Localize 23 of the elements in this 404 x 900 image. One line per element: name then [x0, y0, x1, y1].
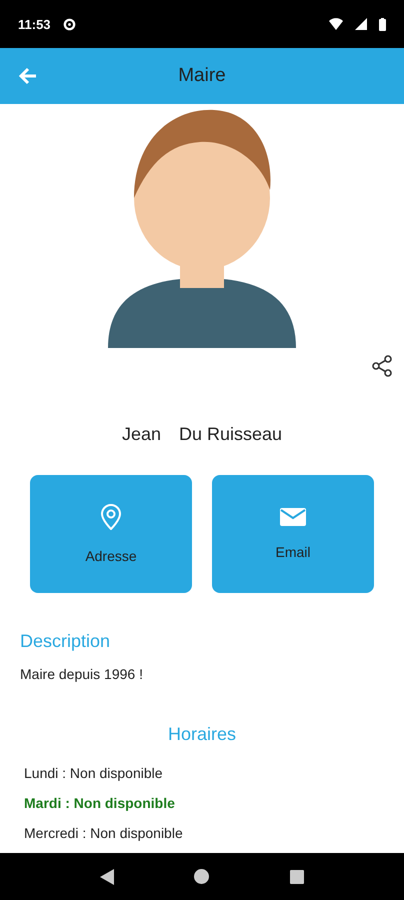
- recents-nav-icon[interactable]: [290, 870, 304, 884]
- hours-row-text: Mercredi : Non disponible: [23, 825, 184, 841]
- last-name: Du Ruisseau: [178, 424, 282, 445]
- section-heading: Description: [19, 631, 112, 652]
- hours-row-text: Mardi : Non disponible: [23, 795, 176, 811]
- description-text: Maire depuis 1996 !: [19, 666, 144, 682]
- address-button[interactable]: Adresse: [30, 475, 192, 593]
- email-button[interactable]: Email: [212, 475, 374, 593]
- avatar-silhouette-icon: [108, 108, 296, 348]
- gear-icon: [62, 18, 76, 30]
- location-pin-icon: [100, 504, 122, 530]
- section-heading: Horaires: [166, 724, 238, 745]
- share-button[interactable]: [370, 354, 394, 378]
- hours-row-text: Lundi : Non disponible: [23, 765, 164, 781]
- battery-icon: [379, 18, 386, 30]
- signal-icon: [355, 18, 367, 30]
- back-nav-icon[interactable]: [100, 868, 114, 884]
- wifi-icon: [329, 18, 343, 30]
- status-time: 11:53: [18, 16, 51, 32]
- home-nav-icon[interactable]: [194, 869, 210, 884]
- envelope-icon: [280, 508, 306, 526]
- first-name: Jean: [122, 424, 161, 445]
- app-bar-title: Maire: [178, 65, 226, 87]
